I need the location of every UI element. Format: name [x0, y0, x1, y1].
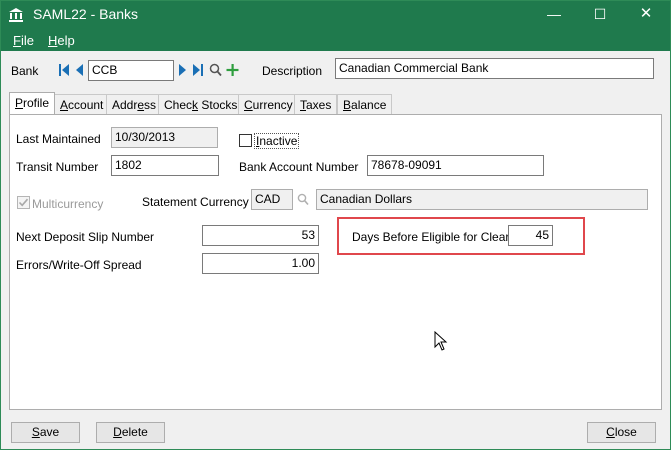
last-maintained-label: Last Maintained — [16, 132, 101, 146]
bank-code-input[interactable]: CCB — [88, 60, 174, 81]
bank-account-number-input[interactable]: 78678-09091 — [367, 155, 544, 176]
inactive-checkbox[interactable] — [239, 134, 252, 147]
mouse-pointer-icon — [434, 331, 448, 351]
first-record-icon[interactable] — [58, 63, 70, 77]
days-before-clearing-label: Days Before Eligible for Clearing — [352, 230, 526, 244]
tab-profile[interactable]: Profile — [9, 92, 56, 114]
statement-currency-label: Statement Currency — [142, 195, 249, 209]
previous-record-icon[interactable] — [74, 63, 84, 77]
multicurrency-checkbox[interactable] — [17, 196, 30, 209]
multicurrency-label: Multicurrency — [32, 197, 104, 211]
bank-label: Bank — [11, 64, 39, 78]
description-label: Description — [262, 64, 323, 78]
inactive-label[interactable]: Inactive — [254, 133, 300, 149]
description-input[interactable]: Canadian Commercial Bank — [335, 58, 654, 79]
window-title: SAML22 - Banks — [33, 6, 139, 22]
tab-taxes[interactable]: Taxes — [294, 94, 338, 114]
maximize-button[interactable]: ☐ — [578, 1, 622, 29]
tab-check-stocks[interactable]: Check Stocks — [158, 94, 244, 114]
title-bar: SAML22 - Banks — ☐ ✕ — [1, 1, 670, 29]
transit-number-input[interactable]: 1802 — [111, 155, 219, 176]
next-record-icon[interactable] — [178, 63, 188, 77]
errors-writeoff-label: Errors/Write-Off Spread — [16, 258, 142, 272]
days-before-clearing-input[interactable]: 45 — [508, 225, 553, 246]
statement-currency-code-field: CAD — [251, 189, 293, 210]
menu-help[interactable]: Help — [48, 33, 75, 48]
next-deposit-slip-label: Next Deposit Slip Number — [16, 230, 155, 244]
checkmark-icon — [18, 198, 29, 207]
tab-balance[interactable]: Balance — [337, 94, 393, 114]
search-icon[interactable] — [209, 63, 222, 77]
errors-writeoff-input[interactable]: 1.00 — [202, 253, 319, 274]
close-window-button[interactable]: ✕ — [624, 1, 668, 29]
add-record-icon[interactable] — [226, 63, 239, 77]
next-deposit-slip-input[interactable]: 53 — [202, 225, 319, 246]
statement-currency-name-field: Canadian Dollars — [316, 189, 648, 210]
close-button[interactable]: Close — [587, 422, 656, 443]
menu-file[interactable]: File — [13, 33, 34, 48]
delete-button[interactable]: Delete — [96, 422, 165, 443]
last-maintained-field: 10/30/2013 — [111, 127, 218, 148]
save-button[interactable]: Save — [11, 422, 80, 443]
bank-account-number-label: Bank Account Number — [239, 160, 359, 174]
bank-building-icon — [9, 8, 23, 22]
last-record-icon[interactable] — [192, 63, 204, 77]
tab-currency[interactable]: Currency — [238, 94, 299, 114]
tab-account[interactable]: Account — [54, 94, 110, 114]
minimize-button[interactable]: — — [532, 1, 576, 29]
transit-number-label: Transit Number — [16, 160, 99, 174]
banks-window: SAML22 - Banks — ☐ ✕ File Help Bank CCB … — [0, 0, 671, 450]
menu-bar: File Help — [1, 29, 670, 51]
currency-search-icon[interactable] — [297, 193, 309, 206]
tab-address[interactable]: Address — [106, 94, 163, 114]
